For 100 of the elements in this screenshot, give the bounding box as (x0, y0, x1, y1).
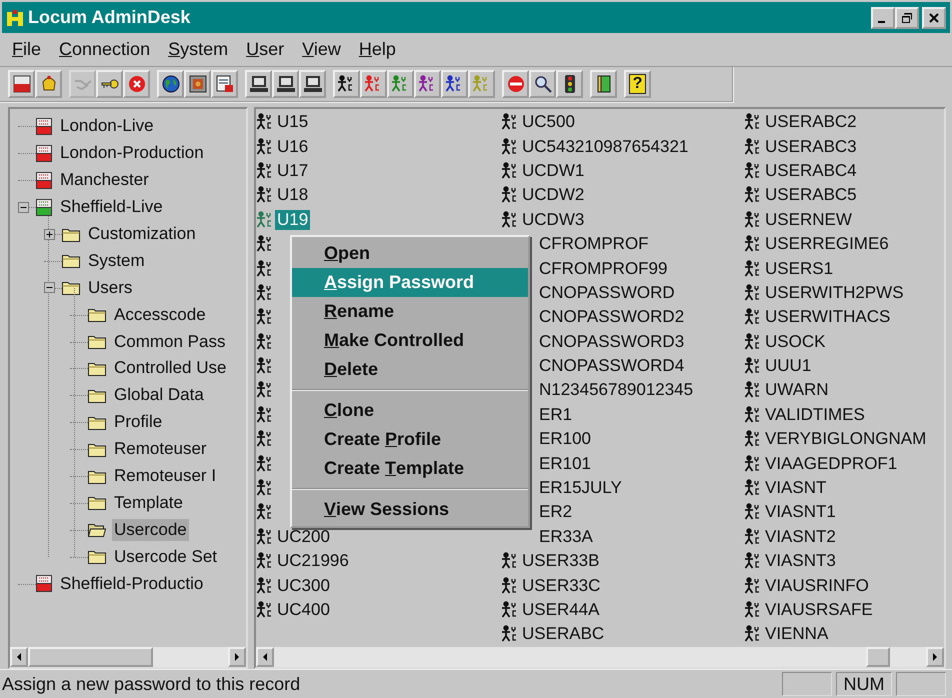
context-menu-item[interactable]: Clone (292, 396, 528, 425)
list-item[interactable]: CNOPASSWORD4 (537, 356, 686, 376)
tree-item[interactable]: Controlled Use (112, 357, 228, 380)
toolbar-button[interactable] (529, 70, 556, 98)
toolbar-button[interactable] (245, 70, 272, 98)
list-item[interactable]: ER1 (537, 404, 574, 425)
list-item[interactable]: UCDW2 (520, 185, 586, 206)
menu-item[interactable]: User (240, 37, 296, 62)
context-menu-item[interactable]: Assign Password (292, 268, 528, 297)
context-menu-item[interactable]: Create Template (292, 454, 528, 483)
list-item[interactable]: CFROMPROF99 (537, 258, 670, 279)
tree-item[interactable]: Usercode (112, 518, 189, 541)
horizontal-scrollbar[interactable] (10, 647, 246, 667)
tree-item[interactable]: Template (112, 492, 185, 514)
toolbar-button[interactable] (272, 70, 299, 98)
tree-item[interactable]: Accesscode (112, 304, 208, 326)
tree-item[interactable]: London-Production (58, 142, 206, 164)
menu-item[interactable]: Connection (53, 37, 162, 62)
list-item[interactable]: CFROMPROF (537, 234, 651, 254)
list-item[interactable]: USERABC2 (763, 112, 859, 132)
list-item[interactable]: USOCK (763, 332, 828, 352)
tree-item[interactable]: Manchester (58, 169, 151, 192)
context-menu-item[interactable]: Delete (292, 355, 528, 384)
left-arrow-icon[interactable] (262, 653, 268, 661)
list-item[interactable]: U19 (275, 210, 310, 230)
list-item[interactable]: UC21996 (275, 551, 351, 572)
list-item[interactable]: USERWITHACS (763, 307, 892, 328)
list-item[interactable]: UC543210987654321 (520, 136, 690, 157)
list-item[interactable]: U15 (275, 112, 310, 132)
list-item[interactable]: VIENNA (763, 624, 830, 644)
context-menu-item[interactable]: View Sessions (292, 495, 528, 524)
list-item[interactable]: CNOPASSWORD (537, 282, 677, 303)
menu-item[interactable]: Help (352, 37, 408, 62)
list-item[interactable]: USERABC4 (763, 160, 859, 181)
list-item[interactable]: USERREGIME6 (763, 234, 891, 254)
list-item[interactable]: USERABC5 (763, 185, 859, 206)
tree-item[interactable]: Customization (86, 223, 198, 245)
left-arrow-icon[interactable] (16, 653, 22, 661)
expand-button[interactable] (44, 228, 54, 240)
minimize-button[interactable] (871, 6, 895, 28)
right-arrow-icon[interactable] (234, 653, 240, 661)
context-menu-item[interactable]: Create Profile (292, 425, 528, 454)
horizontal-scrollbar[interactable] (256, 647, 944, 667)
list-item[interactable]: USERABC (520, 624, 606, 644)
scroll-thumb[interactable] (28, 647, 153, 667)
toolbar-button[interactable] (184, 70, 211, 98)
tree-item[interactable]: Sheffield-Productio (58, 572, 206, 595)
tree-item[interactable]: Remoteuser I (112, 465, 218, 488)
tree-item[interactable]: Usercode Set (112, 546, 219, 568)
toolbar-button[interactable] (157, 70, 184, 98)
context-menu-item[interactable]: Open (292, 239, 528, 268)
tree-item[interactable]: Common Pass (112, 330, 228, 353)
list-item[interactable]: UC400 (275, 600, 332, 620)
list-item[interactable]: VALIDTIMES (763, 404, 867, 425)
list-item[interactable]: U16 (275, 136, 310, 157)
toolbar-button[interactable] (299, 70, 326, 98)
list-item[interactable]: UCDW1 (520, 160, 586, 181)
tree-item[interactable]: Sheffield-Live (58, 196, 165, 218)
list-item[interactable]: CNOPASSWORD2 (537, 307, 686, 328)
list-item[interactable]: USER44A (520, 600, 602, 620)
menu-item[interactable]: System (162, 37, 240, 62)
list-item[interactable]: VIASNT1 (763, 502, 838, 522)
right-arrow-icon[interactable] (932, 653, 938, 661)
list-item[interactable]: VIAUSRINFO (763, 576, 871, 596)
list-item[interactable]: USERABC3 (763, 136, 859, 157)
toolbar-button[interactable] (8, 70, 35, 98)
list-item[interactable]: ER15JULY (537, 478, 624, 498)
toolbar-button[interactable] (556, 70, 583, 98)
menu-item[interactable]: File (6, 37, 54, 62)
restore-button[interactable] (895, 6, 919, 28)
list-item[interactable]: USERNEW (763, 210, 854, 230)
tree-item[interactable]: Global Data (112, 384, 206, 406)
toolbar-button[interactable] (96, 70, 123, 98)
context-menu-item[interactable]: Make Controlled (292, 326, 528, 355)
tree-item[interactable]: Remoteuser (112, 438, 209, 460)
list-item[interactable]: UCDW3 (520, 210, 586, 230)
list-item[interactable]: USERS1 (763, 258, 836, 279)
close-button[interactable] (922, 6, 946, 28)
list-item[interactable]: ER101 (537, 454, 593, 474)
scroll-thumb[interactable] (866, 647, 890, 667)
list-item[interactable]: U17 (275, 160, 310, 181)
tree-item[interactable]: Users (86, 276, 134, 299)
list-item[interactable]: UC300 (275, 576, 332, 596)
toolbar-button[interactable] (414, 70, 441, 98)
collapse-button[interactable] (44, 282, 54, 294)
list-item[interactable]: USER33C (520, 576, 602, 596)
list-item[interactable]: VIASNT2 (763, 526, 838, 547)
toolbar-button[interactable] (211, 70, 238, 98)
list-item[interactable]: ER2 (537, 502, 574, 522)
toolbar-button[interactable]: ? (624, 70, 651, 98)
collapse-button[interactable] (18, 202, 28, 213)
list-item[interactable]: UUU1 (763, 356, 814, 376)
tree-item[interactable]: System (86, 250, 147, 272)
toolbar-button[interactable] (590, 70, 617, 98)
list-item[interactable]: VERYBIGLONGNAM (763, 429, 928, 450)
list-item[interactable]: VIAUSRSAFE (763, 600, 875, 620)
list-item[interactable]: CNOPASSWORD3 (537, 332, 686, 352)
context-menu-item[interactable]: Rename (292, 297, 528, 326)
toolbar-button[interactable] (441, 70, 468, 98)
list-item[interactable]: UWARN (763, 380, 831, 400)
